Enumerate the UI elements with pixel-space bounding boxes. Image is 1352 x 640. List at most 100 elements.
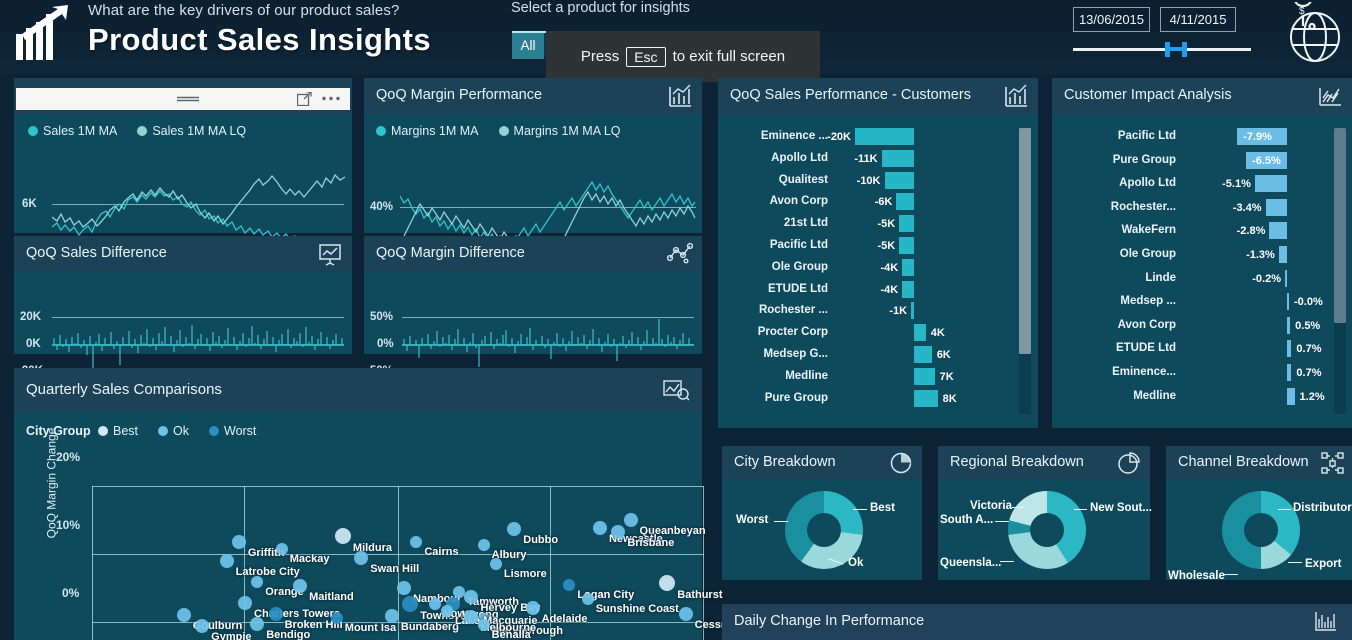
scatter-point[interactable] xyxy=(464,609,479,624)
scatter-point[interactable] xyxy=(402,595,419,612)
scatter-point[interactable] xyxy=(334,527,351,544)
bar-row[interactable]: Qualitest -10K xyxy=(718,171,1038,189)
bar-row[interactable]: Medsep G... 6K xyxy=(718,346,1038,363)
panel-margin-difference[interactable]: QoQ Margin Difference 50% 0% -50% xyxy=(364,236,702,377)
legend-item[interactable]: Sales 1M MA LQ xyxy=(137,124,246,138)
scrollbar-thumb[interactable] xyxy=(1334,128,1346,323)
scatter-point[interactable] xyxy=(410,535,423,548)
bar[interactable] xyxy=(1265,198,1287,216)
bar-row[interactable]: Medsep ... -0.0% xyxy=(1052,293,1352,311)
bar-row[interactable]: Eminence ... -20K xyxy=(718,128,1038,145)
bar-row[interactable]: Ole Group -1.3% xyxy=(1052,246,1352,263)
bar-row[interactable]: Linde -0.2% xyxy=(1052,269,1352,287)
scatter-point[interactable] xyxy=(275,542,288,555)
date-range-slider-handle-right[interactable] xyxy=(1182,42,1187,57)
bar[interactable] xyxy=(1269,222,1287,240)
scatter-point[interactable] xyxy=(477,539,490,552)
donut-chart[interactable] xyxy=(1008,491,1086,569)
panel-sales-performance-customers[interactable]: QoQ Sales Performance - Customers Eminen… xyxy=(718,78,1038,428)
scatter-point[interactable] xyxy=(354,550,369,565)
bar-row[interactable]: Medline 1.2% xyxy=(1052,387,1352,405)
bar-row[interactable]: Pure Group -6.5% xyxy=(1052,151,1352,169)
bar[interactable] xyxy=(1278,246,1287,263)
bar[interactable] xyxy=(1287,364,1292,381)
scatter-point[interactable] xyxy=(489,557,502,570)
bar-row[interactable]: Avon Corp 0.5% xyxy=(1052,316,1352,334)
date-to-field[interactable]: 4/11/2015 xyxy=(1160,7,1236,32)
scatter-point[interactable] xyxy=(477,618,490,631)
panel-regional-breakdown[interactable]: Regional Breakdown Victoria South A... Q… xyxy=(938,446,1152,580)
legend-item[interactable]: Sales 1M MA xyxy=(28,124,117,138)
slicer-selected-value[interactable]: All xyxy=(512,33,544,59)
bar-row[interactable]: Medline 7K xyxy=(718,367,1038,385)
scatter-point[interactable] xyxy=(268,607,283,622)
bar-row[interactable]: WakeFern -2.8% xyxy=(1052,222,1352,240)
bar[interactable] xyxy=(1287,293,1289,311)
bar[interactable] xyxy=(899,215,914,233)
bar[interactable] xyxy=(899,237,914,254)
date-range-slider-track[interactable] xyxy=(1073,48,1251,51)
bar[interactable] xyxy=(914,389,938,407)
bar[interactable] xyxy=(914,324,926,342)
scrollbar-thumb[interactable] xyxy=(1019,128,1031,354)
legend-item-worst[interactable]: Worst xyxy=(209,424,256,438)
panel-margin-performance[interactable]: QoQ Margin Performance Margins 1M MA Mar… xyxy=(364,78,702,256)
bar-row[interactable]: Ole Group -4K xyxy=(718,258,1038,276)
bar-row[interactable]: Apollo Ltd -11K xyxy=(718,149,1038,167)
legend-item-best[interactable]: Best xyxy=(98,424,138,438)
bar[interactable] xyxy=(902,280,914,298)
scrollbar-track[interactable] xyxy=(1334,128,1346,414)
panel-daily-change[interactable]: Daily Change In Performance xyxy=(722,604,1352,640)
bar-row[interactable]: Avon Corp -6K xyxy=(718,193,1038,211)
bar-row[interactable]: Rochester... -3.4% xyxy=(1052,198,1352,216)
scatter-point[interactable] xyxy=(397,580,412,595)
bar-row[interactable]: Rochester ... -1K xyxy=(718,302,1038,320)
scatter-point[interactable] xyxy=(238,595,252,610)
donut-chart[interactable] xyxy=(1222,491,1300,569)
bar[interactable] xyxy=(1285,269,1287,287)
panel-sales-difference[interactable]: QoQ Sales Difference 20K 0K -20K xyxy=(14,236,352,377)
scatter-point[interactable] xyxy=(525,601,540,616)
scatter-point[interactable] xyxy=(219,553,234,568)
panel-sales-performance[interactable]: QoQ Sales Performance Sales 1M MA Sales … xyxy=(14,78,352,249)
bar[interactable] xyxy=(884,171,914,189)
scatter-point[interactable] xyxy=(428,598,441,611)
bar-row[interactable]: Pacific Ltd -7.9% xyxy=(1052,128,1352,145)
scatter-point[interactable] xyxy=(581,592,594,605)
panel-city-breakdown[interactable]: City Breakdown Best Worst Ok xyxy=(722,446,922,580)
bar[interactable] xyxy=(881,149,914,167)
bar-row[interactable]: Apollo Ltd -5.1% xyxy=(1052,175,1352,193)
bar-row[interactable]: Pacific Ltd -5K xyxy=(718,237,1038,254)
scatter-point[interactable] xyxy=(384,609,399,624)
panel-customer-impact-analysis[interactable]: Customer Impact Analysis Pacific Ltd -7.9… xyxy=(1052,78,1352,428)
bar[interactable] xyxy=(911,302,914,320)
date-range-slider-handle-left[interactable] xyxy=(1165,42,1170,57)
scrollbar-track[interactable] xyxy=(1019,128,1031,414)
scatter-point[interactable] xyxy=(563,578,576,591)
bar[interactable] xyxy=(914,346,932,363)
legend-item[interactable]: Margins 1M MA xyxy=(376,124,479,138)
scatter-point[interactable] xyxy=(507,522,522,537)
scatter-point[interactable] xyxy=(678,607,693,622)
scatter-point[interactable] xyxy=(293,578,308,593)
legend-item-ok[interactable]: Ok xyxy=(158,424,189,438)
legend-item[interactable]: Margins 1M MA LQ xyxy=(498,124,621,138)
scatter-point[interactable] xyxy=(592,520,607,535)
bar-row[interactable]: Procter Corp 4K xyxy=(718,324,1038,342)
bar-row[interactable]: ETUDE Ltd 0.7% xyxy=(1052,340,1352,358)
bar[interactable] xyxy=(902,258,914,276)
bar-row[interactable]: Eminence... 0.7% xyxy=(1052,364,1352,381)
scatter-point[interactable] xyxy=(623,512,638,527)
bar[interactable] xyxy=(896,193,914,211)
date-from-field[interactable]: 13/06/2015 xyxy=(1073,7,1150,32)
bar-row[interactable]: Pure Group 8K xyxy=(718,389,1038,407)
bar[interactable] xyxy=(1287,316,1291,334)
bar[interactable] xyxy=(1287,387,1295,405)
bar[interactable] xyxy=(1254,175,1287,193)
bar[interactable] xyxy=(914,367,935,385)
bar-row[interactable]: ETUDE Ltd -4K xyxy=(718,280,1038,298)
scatter-point[interactable] xyxy=(176,608,191,623)
more-options-icon[interactable] xyxy=(322,96,340,101)
focus-mode-icon[interactable] xyxy=(297,92,312,106)
scatter-point[interactable] xyxy=(250,616,265,631)
